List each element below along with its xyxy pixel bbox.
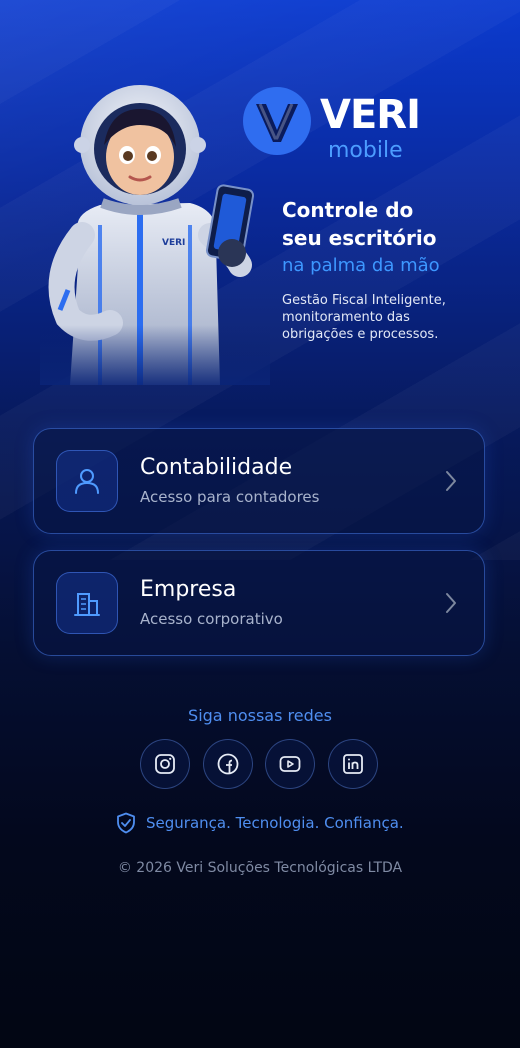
tagline-line1: Gestão Fiscal Inteligente, — [282, 293, 446, 308]
user-icon — [75, 469, 99, 494]
motto-text: Segurança. Tecnologia. Confiança. — [146, 814, 404, 832]
brand-name: VERI — [320, 92, 421, 138]
linkedin-icon — [343, 754, 363, 774]
suit-badge: VERI — [162, 238, 185, 248]
headline-line2: seu escritório — [282, 226, 437, 250]
card-subtitle: Acesso corporativo — [140, 610, 283, 628]
brand-sub: mobile — [328, 138, 403, 163]
motto: Segurança. Tecnologia. Confiança. — [116, 812, 404, 834]
card-contabilidade[interactable]: Contabilidade Acesso para contadores — [33, 428, 485, 534]
card-title: Contabilidade — [140, 455, 293, 480]
facebook-button[interactable] — [203, 739, 253, 789]
chevron-right-icon — [446, 471, 456, 491]
brand-logo: VERI mobile — [242, 86, 442, 176]
social-label: Siga nossas redes — [188, 706, 332, 725]
chevron-right-icon — [446, 593, 456, 613]
card-subtitle: Acesso para contadores — [140, 488, 320, 506]
tagline-line2: monitoramento das — [282, 310, 410, 325]
facebook-icon — [217, 753, 239, 775]
social-links — [140, 739, 380, 791]
card-icon-box — [56, 572, 118, 634]
youtube-button[interactable] — [265, 739, 315, 789]
shield-check-icon — [117, 812, 135, 834]
hero-section: VERI VERI mobile Controle do seu escritó… — [0, 0, 520, 400]
headline: Controle do seu escritório na palma da m… — [282, 196, 512, 280]
building-icon — [74, 593, 100, 616]
veri-logo-icon — [243, 87, 311, 155]
card-icon-box — [56, 450, 118, 512]
headline-line3: na palma da mão — [282, 255, 440, 276]
copyright: © 2026 Veri Soluções Tecnológicas LTDA — [117, 860, 403, 876]
instagram-button[interactable] — [140, 739, 190, 789]
headline-line1: Controle do — [282, 198, 414, 222]
youtube-icon — [279, 756, 301, 772]
tagline: Gestão Fiscal Inteligente, monitoramento… — [282, 292, 502, 343]
astronaut-mascot-icon: VERI — [40, 85, 270, 385]
instagram-icon — [155, 754, 175, 774]
tagline-line3: obrigações e processos. — [282, 327, 439, 342]
linkedin-button[interactable] — [328, 739, 378, 789]
card-empresa[interactable]: Empresa Acesso corporativo — [33, 550, 485, 656]
card-title: Empresa — [140, 577, 237, 602]
